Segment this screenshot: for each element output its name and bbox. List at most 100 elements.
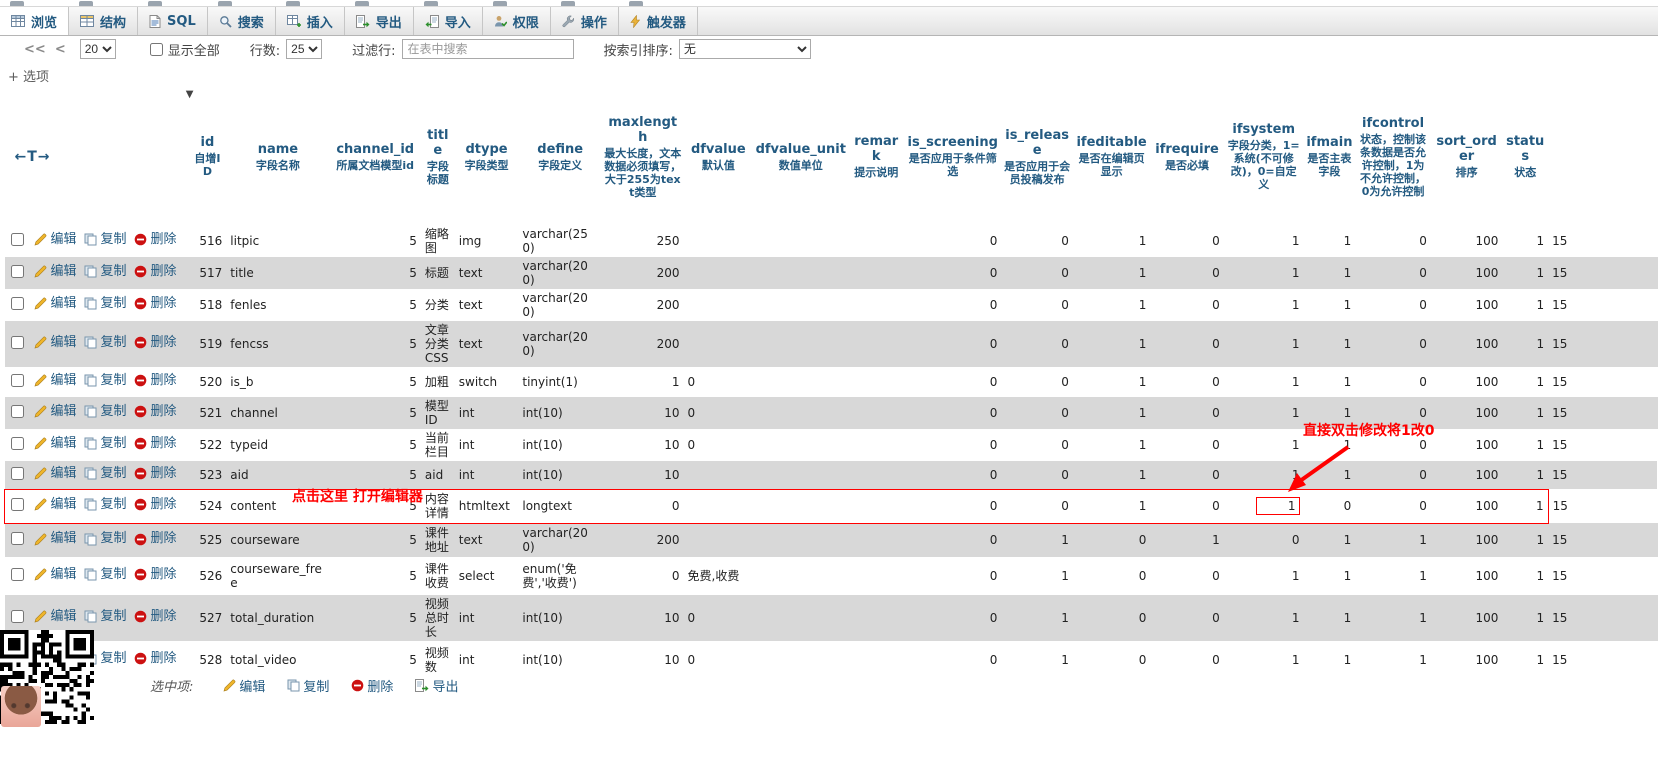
cell-title[interactable]: 分类: [420, 289, 455, 321]
cell-sort_order[interactable]: 100: [1430, 641, 1503, 679]
cell-name[interactable]: total_video: [226, 641, 330, 679]
cell-ifcontrol[interactable]: 0: [1355, 321, 1431, 367]
col-header-is_release[interactable]: is_release 是否应用于会员投稿发布: [1001, 88, 1073, 225]
tab-operations[interactable]: 操作: [551, 7, 619, 35]
cell-clipped[interactable]: 15: [1548, 429, 1658, 461]
cell-dfvalue_unit[interactable]: [753, 397, 849, 429]
cell-id[interactable]: 522: [188, 429, 227, 461]
cell-ifsystem[interactable]: 1: [1223, 367, 1304, 397]
delete-link[interactable]: 删除: [134, 296, 177, 311]
tab-triggers[interactable]: 触发器: [619, 7, 698, 35]
cell-ifcontrol[interactable]: 0: [1355, 257, 1431, 289]
cell-is_release[interactable]: 0: [1001, 225, 1073, 257]
cell-is_release[interactable]: 0: [1001, 321, 1073, 367]
cell-id[interactable]: 520: [188, 367, 227, 397]
cell-ifmain[interactable]: 1: [1303, 225, 1356, 257]
col-header-channel_id[interactable]: channel_id 所属文档模型id: [329, 88, 421, 225]
cell-ifmain[interactable]: 1: [1303, 367, 1356, 397]
edit-link[interactable]: 编辑: [34, 264, 76, 279]
selected-delete-link[interactable]: 删除: [351, 676, 393, 695]
copy-link[interactable]: 复制: [84, 373, 126, 388]
options-toggle[interactable]: + 选项: [8, 66, 49, 85]
cell-maxlength[interactable]: 10: [602, 461, 684, 489]
cell-id[interactable]: 525: [188, 523, 227, 557]
cell-dfvalue[interactable]: 0: [683, 595, 754, 641]
cell-remark[interactable]: [848, 321, 905, 367]
tab-privileges[interactable]: 权限: [483, 7, 551, 35]
cell-define[interactable]: varchar(250): [518, 225, 603, 257]
col-header-sort_order[interactable]: sort_order 排序: [1430, 88, 1503, 225]
row-checkbox[interactable]: [10, 297, 24, 310]
edit-link[interactable]: 编辑: [34, 532, 76, 546]
cell-dfvalue_unit[interactable]: [753, 225, 849, 257]
edit-link[interactable]: 编辑: [34, 404, 76, 419]
cell-name[interactable]: total_duration: [226, 595, 330, 641]
cell-ifrequire[interactable]: 0: [1150, 225, 1224, 257]
cell-define[interactable]: int(10): [518, 429, 603, 461]
selected-export-link[interactable]: 导出: [415, 676, 458, 695]
cell-dtype[interactable]: switch: [454, 367, 519, 397]
cell-status[interactable]: 1: [1502, 289, 1549, 321]
cell-name[interactable]: fenles: [226, 289, 330, 321]
cell-ifeditable[interactable]: 0: [1072, 641, 1151, 679]
cell-is_screening[interactable]: 0: [904, 289, 1002, 321]
cell-status[interactable]: 1: [1502, 367, 1549, 397]
cell-sort_order[interactable]: 100: [1430, 225, 1503, 257]
delete-link[interactable]: 删除: [134, 232, 177, 247]
cell-ifsystem[interactable]: 1: [1223, 429, 1304, 461]
cell-name[interactable]: fencss: [226, 321, 330, 367]
cell-title[interactable]: 课件地址: [420, 523, 455, 557]
cell-remark[interactable]: [848, 225, 905, 257]
cell-title[interactable]: 视频总时长: [420, 595, 455, 641]
cell-dfvalue[interactable]: [683, 225, 754, 257]
edit-link[interactable]: 编辑: [34, 436, 76, 451]
cell-clipped[interactable]: 15: [1548, 595, 1658, 641]
cell-id[interactable]: 519: [188, 321, 227, 367]
cell-name[interactable]: aid: [226, 461, 330, 489]
cell-status[interactable]: 1: [1502, 397, 1549, 429]
tab-insert[interactable]: 插入: [276, 7, 345, 35]
delete-link[interactable]: 删除: [134, 532, 177, 546]
cell-ifrequire[interactable]: 0: [1150, 257, 1224, 289]
copy-link[interactable]: 复制: [84, 335, 126, 350]
copy-link[interactable]: 复制: [84, 296, 126, 311]
cell-maxlength[interactable]: 200: [602, 321, 684, 367]
cell-id[interactable]: 523: [188, 461, 227, 489]
cell-is_screening[interactable]: 0: [904, 397, 1002, 429]
cell-ifsystem[interactable]: 0: [1223, 523, 1304, 557]
cell-is_screening[interactable]: 0: [904, 429, 1002, 461]
row-checkbox[interactable]: [10, 336, 24, 349]
cell-define[interactable]: varchar(200): [518, 523, 603, 557]
col-header-maxlength[interactable]: maxlength 最大长度，文本数据必须填写，大于255为text类型: [602, 88, 684, 225]
col-header-dfvalue[interactable]: dfvalue 默认值: [683, 88, 754, 225]
cell-ifrequire[interactable]: 0: [1150, 641, 1224, 679]
cell-dtype[interactable]: text: [454, 257, 519, 289]
cell-dtype[interactable]: int: [454, 595, 519, 641]
cell-remark[interactable]: [848, 257, 905, 289]
copy-link[interactable]: 复制: [84, 497, 126, 512]
cell-name[interactable]: channel: [226, 397, 330, 429]
col-header-dfvalue_unit[interactable]: dfvalue_unit 数值单位: [753, 88, 849, 225]
cell-define[interactable]: enum('免费','收费'): [518, 557, 603, 595]
col-header-name[interactable]: name 字段名称: [226, 88, 330, 225]
cell-ifcontrol[interactable]: 0: [1355, 461, 1431, 489]
cell-dfvalue[interactable]: 0: [683, 429, 754, 461]
cell-sort_order[interactable]: 100: [1430, 429, 1503, 461]
cell-ifrequire[interactable]: 1: [1150, 523, 1224, 557]
cell-is_screening[interactable]: 0: [904, 321, 1002, 367]
tab-browse[interactable]: 浏览: [0, 7, 70, 35]
cell-channel_id[interactable]: 5: [329, 429, 421, 461]
cell-remark[interactable]: [848, 461, 905, 489]
tab-structure[interactable]: 结构: [69, 7, 139, 35]
cell-ifsystem[interactable]: 1: [1223, 461, 1304, 489]
cell-status[interactable]: 1: [1502, 557, 1549, 595]
cell-ifcontrol[interactable]: 0: [1355, 225, 1431, 257]
cell-id[interactable]: 527: [188, 595, 227, 641]
cell-is_release[interactable]: 1: [1001, 523, 1073, 557]
cell-define[interactable]: int(10): [518, 641, 603, 679]
cell-remark[interactable]: [848, 641, 905, 679]
copy-link[interactable]: 复制: [84, 466, 126, 481]
delete-link[interactable]: 删除: [134, 436, 177, 451]
copy-link[interactable]: 复制: [84, 567, 126, 582]
cell-ifcontrol[interactable]: 0: [1355, 429, 1431, 461]
